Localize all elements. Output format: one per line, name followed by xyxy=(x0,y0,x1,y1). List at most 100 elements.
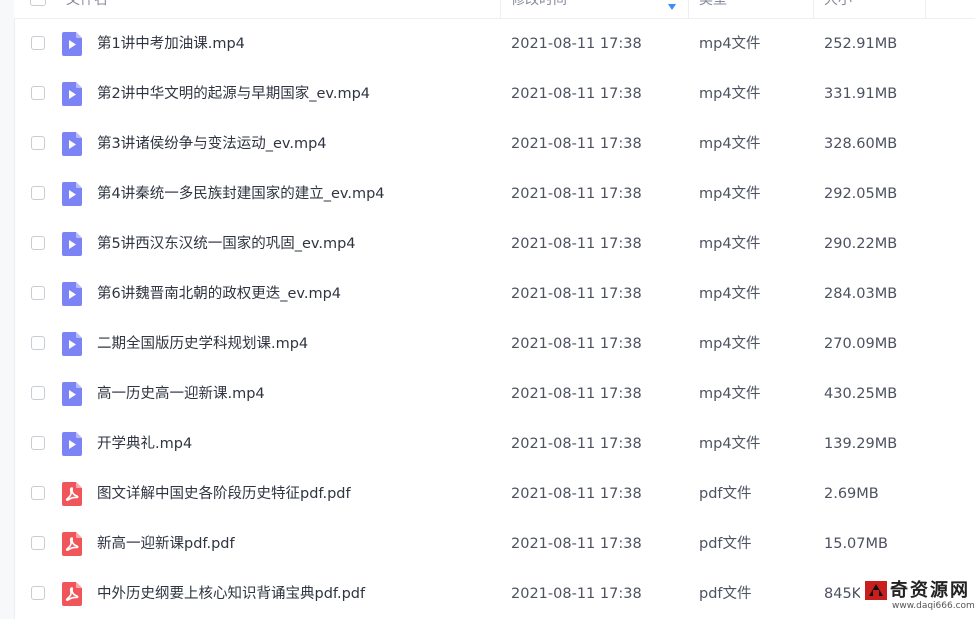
file-size: 331.91MB xyxy=(824,86,898,102)
file-row[interactable]: 第4讲秦统一多民族封建国家的建立_ev.mp4 2021-08-11 17:38 m… xyxy=(14,169,975,219)
column-header-name[interactable]: 文件名 xyxy=(66,0,108,18)
file-row[interactable]: 第2讲中华文明的起源与早期国家_ev.mp4 2021-08-11 17:38 mp… xyxy=(14,69,975,119)
file-size: 284.03MB xyxy=(824,286,898,302)
watermark-logo-icon xyxy=(865,581,887,600)
file-size: 430.25MB xyxy=(824,386,898,402)
sort-descending-icon[interactable] xyxy=(668,4,676,10)
file-name[interactable]: 高一历史高一迎新课.mp4 xyxy=(97,369,265,419)
row-checkbox[interactable] xyxy=(31,136,45,150)
video-file-icon xyxy=(62,282,82,306)
file-size: 845K xyxy=(824,586,862,602)
file-size: 2.69MB xyxy=(824,486,879,502)
file-name[interactable]: 第1讲中考加油课.mp4 xyxy=(97,19,245,69)
row-checkbox[interactable] xyxy=(31,36,45,50)
file-row[interactable]: 中外历史纲要上核心知识背诵宝典pdf.pdf 2021-08-11 17:38 pd… xyxy=(14,569,975,619)
file-name[interactable]: 第2讲中华文明的起源与早期国家_ev.mp4 xyxy=(97,69,370,119)
file-modified-time: 2021-08-11 17:38 xyxy=(511,186,642,202)
file-type: mp4文件 xyxy=(699,36,761,52)
file-name[interactable]: 开学典礼.mp4 xyxy=(97,419,192,469)
row-checkbox[interactable] xyxy=(31,536,45,550)
video-file-icon xyxy=(62,432,82,456)
file-name[interactable]: 第3讲诸侯纷争与变法运动_ev.mp4 xyxy=(97,119,327,169)
file-row[interactable]: 新高一迎新课pdf.pdf 2021-08-11 17:38 pdf文件 15.07M… xyxy=(14,519,975,569)
row-checkbox[interactable] xyxy=(31,586,45,600)
watermark-text: 奇资源网 xyxy=(890,580,970,601)
left-panel-edge xyxy=(0,0,15,619)
file-modified-time: 2021-08-11 17:38 xyxy=(511,286,642,302)
file-name[interactable]: 二期全国版历史学科规划课.mp4 xyxy=(97,319,308,369)
column-divider[interactable] xyxy=(688,0,689,18)
row-checkbox[interactable] xyxy=(31,486,45,500)
file-name[interactable]: 新高一迎新课pdf.pdf xyxy=(97,519,235,569)
file-row[interactable]: 二期全国版历史学科规划课.mp4 2021-08-11 17:38 mp4文件 270… xyxy=(14,319,975,369)
file-type: mp4文件 xyxy=(699,436,761,452)
row-checkbox[interactable] xyxy=(31,186,45,200)
column-header-type[interactable]: 类型 xyxy=(699,0,727,18)
file-type: pdf文件 xyxy=(699,586,752,602)
file-size: 15.07MB xyxy=(824,536,888,552)
file-row[interactable]: 高一历史高一迎新课.mp4 2021-08-11 17:38 mp4文件 430.25… xyxy=(14,369,975,419)
row-checkbox[interactable] xyxy=(31,286,45,300)
file-list: 第1讲中考加油课.mp4 2021-08-11 17:38 mp4文件 252.91M… xyxy=(14,19,975,619)
file-row[interactable]: 图文详解中国史各阶段历史特征pdf.pdf 2021-08-11 17:38 pdf… xyxy=(14,469,975,519)
file-size: 292.05MB xyxy=(824,186,898,202)
column-header-time[interactable]: 修改时间 xyxy=(511,0,567,18)
file-type: mp4文件 xyxy=(699,86,761,102)
column-header-size[interactable]: 大小 xyxy=(824,0,852,18)
file-name[interactable]: 第6讲魏晋南北朝的政权更迭_ev.mp4 xyxy=(97,269,341,319)
file-modified-time: 2021-08-11 17:38 xyxy=(511,536,642,552)
video-file-icon xyxy=(62,32,82,56)
file-type: mp4文件 xyxy=(699,186,761,202)
row-checkbox[interactable] xyxy=(31,86,45,100)
file-row[interactable]: 第5讲西汉东汉统一国家的巩固_ev.mp4 2021-08-11 17:38 mp4… xyxy=(14,219,975,269)
video-file-icon xyxy=(62,82,82,106)
file-type: pdf文件 xyxy=(699,536,752,552)
file-modified-time: 2021-08-11 17:38 xyxy=(511,336,642,352)
video-file-icon xyxy=(62,182,82,206)
file-name[interactable]: 中外历史纲要上核心知识背诵宝典pdf.pdf xyxy=(97,569,365,619)
video-file-icon xyxy=(62,232,82,256)
file-row[interactable]: 开学典礼.mp4 2021-08-11 17:38 mp4文件 139.29MB xyxy=(14,419,975,469)
file-size: 328.60MB xyxy=(824,136,898,152)
file-modified-time: 2021-08-11 17:38 xyxy=(511,36,642,52)
file-type: mp4文件 xyxy=(699,236,761,252)
pdf-file-icon xyxy=(62,582,82,606)
file-size: 290.22MB xyxy=(824,236,898,252)
row-checkbox[interactable] xyxy=(31,386,45,400)
row-checkbox[interactable] xyxy=(31,336,45,350)
column-divider[interactable] xyxy=(925,0,926,18)
row-checkbox[interactable] xyxy=(31,436,45,450)
file-type: mp4文件 xyxy=(699,386,761,402)
row-checkbox[interactable] xyxy=(31,236,45,250)
pdf-file-icon xyxy=(62,482,82,506)
watermark: 奇资源网 www.daqi666.com xyxy=(860,572,975,619)
file-size: 139.29MB xyxy=(824,436,898,452)
file-name[interactable]: 图文详解中国史各阶段历史特征pdf.pdf xyxy=(97,469,351,519)
file-modified-time: 2021-08-11 17:38 xyxy=(511,586,642,602)
file-list-header: 文件名 修改时间 类型 大小 xyxy=(14,0,975,19)
file-modified-time: 2021-08-11 17:38 xyxy=(511,386,642,402)
file-type: pdf文件 xyxy=(699,486,752,502)
file-type: mp4文件 xyxy=(699,336,761,352)
file-modified-time: 2021-08-11 17:38 xyxy=(511,436,642,452)
file-type: mp4文件 xyxy=(699,286,761,302)
file-row[interactable]: 第1讲中考加油课.mp4 2021-08-11 17:38 mp4文件 252.91M… xyxy=(14,19,975,69)
file-modified-time: 2021-08-11 17:38 xyxy=(511,236,642,252)
column-divider[interactable] xyxy=(500,0,501,18)
file-row[interactable]: 第3讲诸侯纷争与变法运动_ev.mp4 2021-08-11 17:38 mp4文件… xyxy=(14,119,975,169)
column-divider[interactable] xyxy=(813,0,814,18)
file-modified-time: 2021-08-11 17:38 xyxy=(511,136,642,152)
video-file-icon xyxy=(62,132,82,156)
pdf-file-icon xyxy=(62,532,82,556)
file-size: 270.09MB xyxy=(824,336,898,352)
watermark-url: www.daqi666.com xyxy=(892,601,975,611)
file-name[interactable]: 第4讲秦统一多民族封建国家的建立_ev.mp4 xyxy=(97,169,385,219)
file-row[interactable]: 第6讲魏晋南北朝的政权更迭_ev.mp4 2021-08-11 17:38 mp4文… xyxy=(14,269,975,319)
file-name[interactable]: 第5讲西汉东汉统一国家的巩固_ev.mp4 xyxy=(97,219,356,269)
video-file-icon xyxy=(62,382,82,406)
file-size: 252.91MB xyxy=(824,36,898,52)
video-file-icon xyxy=(62,332,82,356)
file-modified-time: 2021-08-11 17:38 xyxy=(511,86,642,102)
select-all-checkbox[interactable] xyxy=(30,0,46,6)
file-type: mp4文件 xyxy=(699,136,761,152)
